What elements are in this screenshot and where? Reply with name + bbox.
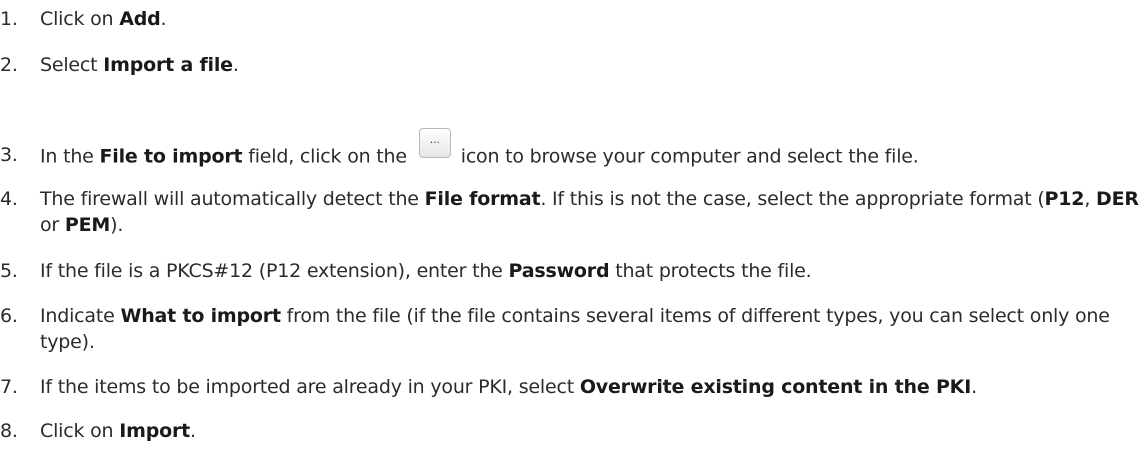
ui-term: PEM	[64, 214, 111, 236]
step-text: If the file is a PKCS#12 (P12 extension)…	[40, 260, 812, 282]
step-text: Select Import a file.	[40, 54, 239, 76]
browse-icon: ...	[418, 128, 451, 158]
step-text: Click on Add.	[40, 8, 167, 30]
step-text: The firewall will automatically detect t…	[40, 188, 1139, 236]
step-number: 8.	[0, 420, 18, 442]
ui-term: DER	[1096, 188, 1139, 210]
ui-term: Add	[119, 8, 161, 30]
ui-term: Overwrite existing content in the PKI	[579, 376, 972, 398]
ui-term: What to import	[120, 305, 281, 327]
step-number: 6.	[0, 305, 18, 327]
step-text: In the File to import field, click on th…	[40, 128, 1142, 172]
instructions-list: 1. Click on Add. 2. Select Import a file…	[0, 0, 1146, 450]
ui-term: Import a file	[103, 54, 233, 76]
step-number: 3.	[0, 144, 18, 166]
step-text: If the items to be imported are already …	[40, 376, 977, 398]
step-number: 1.	[0, 8, 18, 30]
ui-term: File to import	[99, 145, 243, 168]
step-number: 5.	[0, 260, 18, 282]
ui-term: File format	[424, 188, 541, 210]
step-text: Indicate What to import from the file (i…	[40, 305, 1110, 353]
ui-term: Password	[508, 260, 610, 282]
step-number: 4.	[0, 188, 18, 210]
ui-term: P12	[1044, 188, 1085, 210]
ui-term: Import	[119, 420, 191, 442]
step-number: 7.	[0, 376, 18, 398]
step-text: Click on Import.	[40, 420, 196, 442]
step-number: 2.	[0, 54, 18, 76]
